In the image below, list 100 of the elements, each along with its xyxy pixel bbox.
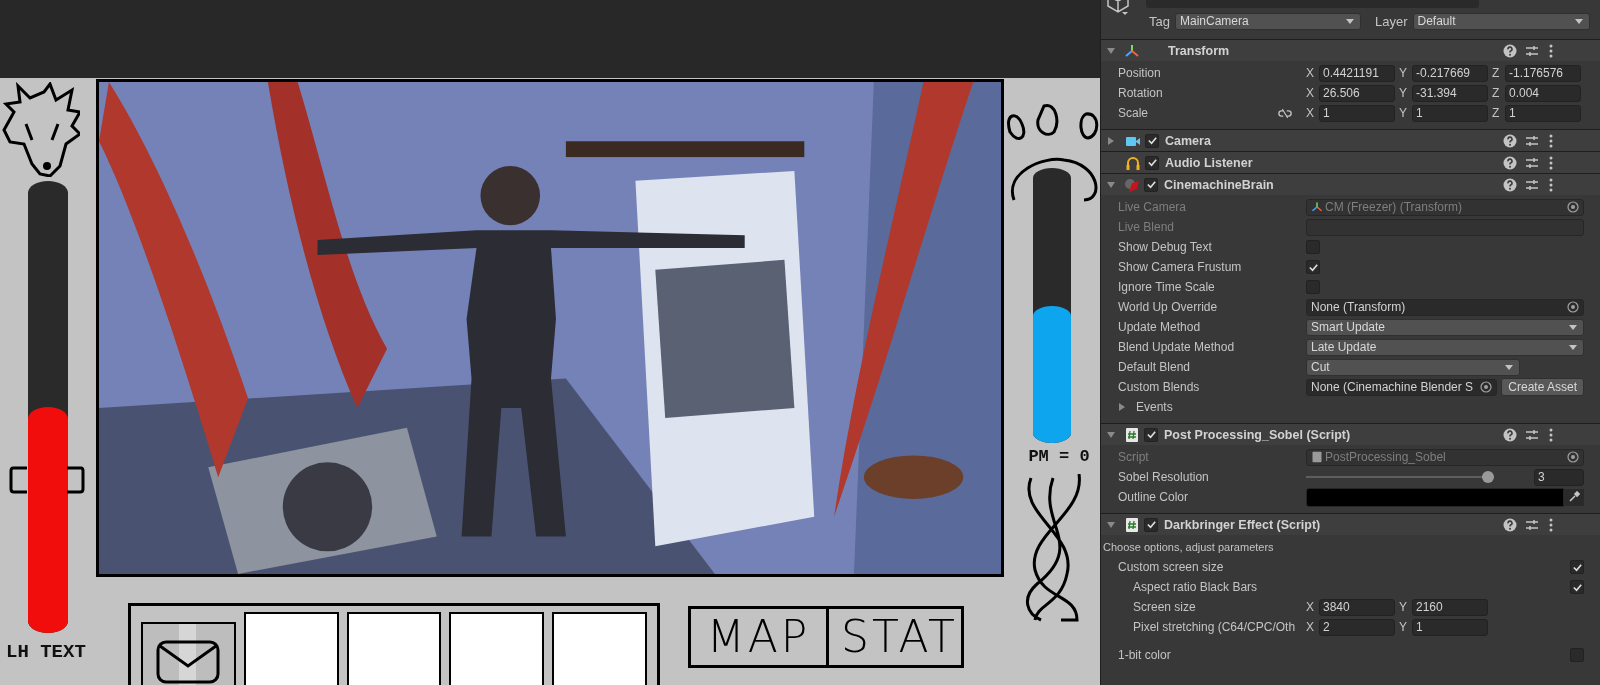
checkbox[interactable] (1145, 133, 1159, 148)
checkbox[interactable] (1145, 155, 1159, 170)
number-field[interactable]: 0.4421191 (1319, 64, 1395, 82)
component-header[interactable]: CinemachineBrain (1101, 174, 1600, 195)
number-field[interactable]: -1.176576 (1505, 64, 1581, 82)
axis-label: Y (1399, 66, 1408, 80)
help-icon[interactable] (1503, 517, 1517, 532)
meter-label: PM = 0 (1028, 447, 1090, 466)
axis-label: Y (1399, 86, 1408, 100)
axis-label: Z (1492, 106, 1501, 120)
dropdown[interactable]: Late Update (1306, 338, 1584, 356)
inventory-slot[interactable] (243, 612, 339, 685)
axis-label: X (1306, 600, 1315, 614)
number-field[interactable]: 1 (1319, 104, 1395, 122)
number-field[interactable]: 1 (1412, 104, 1488, 122)
create-asset-button[interactable]: Create Asset (1501, 378, 1584, 396)
help-icon[interactable] (1503, 177, 1517, 192)
settings-icon[interactable] (1525, 133, 1539, 148)
settings-icon[interactable] (1525, 43, 1539, 58)
foldout-arrow[interactable] (1119, 403, 1125, 411)
checkbox[interactable] (1306, 260, 1320, 274)
field-label: Blend Update Method (1118, 340, 1236, 354)
field-label: World Up Override (1118, 300, 1219, 314)
axes-icon (1124, 42, 1140, 59)
foldout-arrow[interactable] (1107, 181, 1115, 188)
axis-label: X (1306, 66, 1315, 80)
number-field[interactable]: 3840 (1319, 598, 1395, 616)
target-icon[interactable] (1567, 451, 1579, 463)
headphones-icon (1125, 154, 1141, 171)
foldout-arrow[interactable] (1107, 431, 1115, 438)
eyedropper-button[interactable] (1564, 488, 1584, 506)
tag-dropdown[interactable]: MainCamera (1174, 12, 1361, 30)
layer-dropdown[interactable]: Default (1412, 12, 1590, 30)
field-label: Show Debug Text (1118, 240, 1213, 254)
settings-icon[interactable] (1525, 517, 1539, 532)
number-field[interactable]: -0.217669 (1412, 64, 1488, 82)
field-label: Tag (1149, 13, 1170, 29)
component-header[interactable]: Post Processing_Sobel (Script) (1101, 424, 1600, 445)
checkbox[interactable] (1144, 517, 1158, 532)
field-label: Screen size (1133, 600, 1197, 614)
inventory-slot[interactable] (141, 622, 236, 685)
target-icon[interactable] (1567, 301, 1579, 313)
foldout-label[interactable]: Events (1136, 400, 1324, 414)
more-icon[interactable] (1549, 517, 1553, 532)
settings-icon[interactable] (1525, 427, 1539, 442)
field-label: Ignore Time Scale (1118, 280, 1216, 294)
camera-gear-icon (1124, 176, 1140, 193)
script-icon (1124, 426, 1140, 443)
component-title: Transform (1168, 43, 1231, 58)
more-icon[interactable] (1549, 133, 1553, 148)
component-header[interactable]: Darkbringer Effect (Script) (1101, 514, 1600, 535)
settings-icon[interactable] (1525, 155, 1539, 170)
more-icon[interactable] (1549, 43, 1553, 58)
number-field[interactable]: 1 (1505, 104, 1581, 122)
foldout-arrow[interactable] (1107, 521, 1115, 528)
checkbox[interactable] (1144, 427, 1158, 442)
target-icon[interactable] (1480, 381, 1493, 393)
number-field[interactable]: 3 (1534, 468, 1584, 486)
settings-icon[interactable] (1525, 177, 1539, 192)
object-field[interactable]: None (Transform) (1306, 298, 1584, 316)
checkbox[interactable] (1144, 177, 1158, 192)
target-icon[interactable] (1567, 201, 1579, 213)
field-label: Position (1118, 66, 1162, 80)
help-icon[interactable] (1503, 43, 1517, 58)
slider-thumb[interactable] (1482, 471, 1494, 483)
number-field[interactable]: -31.394 (1412, 84, 1488, 102)
more-icon[interactable] (1549, 427, 1553, 442)
number-field[interactable]: 0.004 (1505, 84, 1581, 102)
inventory-slot[interactable] (449, 612, 545, 685)
dropdown[interactable]: Cut (1306, 358, 1520, 376)
slider[interactable] (1306, 470, 1494, 484)
inventory-slot[interactable] (552, 612, 647, 685)
more-icon[interactable] (1549, 177, 1553, 192)
more-icon[interactable] (1549, 155, 1553, 170)
component-header[interactable]: Audio Listener (1101, 152, 1600, 173)
inventory-slot[interactable] (346, 612, 442, 685)
number-field[interactable]: 2160 (1412, 598, 1488, 616)
checkbox[interactable] (1570, 580, 1584, 594)
field-label: Update Method (1118, 320, 1202, 334)
component-header[interactable]: Transform (1101, 40, 1600, 61)
object-field[interactable]: None (Cinemachine Blender S (1306, 378, 1498, 396)
help-icon[interactable] (1503, 155, 1517, 170)
axis-label: Y (1399, 106, 1408, 120)
number-field[interactable]: 2 (1319, 618, 1395, 636)
number-field[interactable]: 1 (1412, 618, 1488, 636)
axis-label: X (1306, 106, 1315, 120)
axis-label: X (1306, 86, 1315, 100)
checkbox[interactable] (1570, 560, 1584, 574)
script-icon (1124, 516, 1140, 533)
help-icon[interactable] (1503, 427, 1517, 442)
field-label: Scale (1118, 106, 1150, 120)
axis-label: X (1306, 620, 1315, 634)
color-field[interactable] (1306, 487, 1564, 507)
help-icon[interactable] (1503, 133, 1517, 148)
foldout-arrow[interactable] (1107, 47, 1115, 54)
component-header[interactable]: Camera (1101, 130, 1600, 151)
chain-icon[interactable] (1278, 107, 1292, 119)
foldout-arrow[interactable] (1108, 136, 1114, 145)
number-field[interactable]: 26.506 (1319, 84, 1395, 102)
dropdown[interactable]: Smart Update (1306, 318, 1584, 336)
